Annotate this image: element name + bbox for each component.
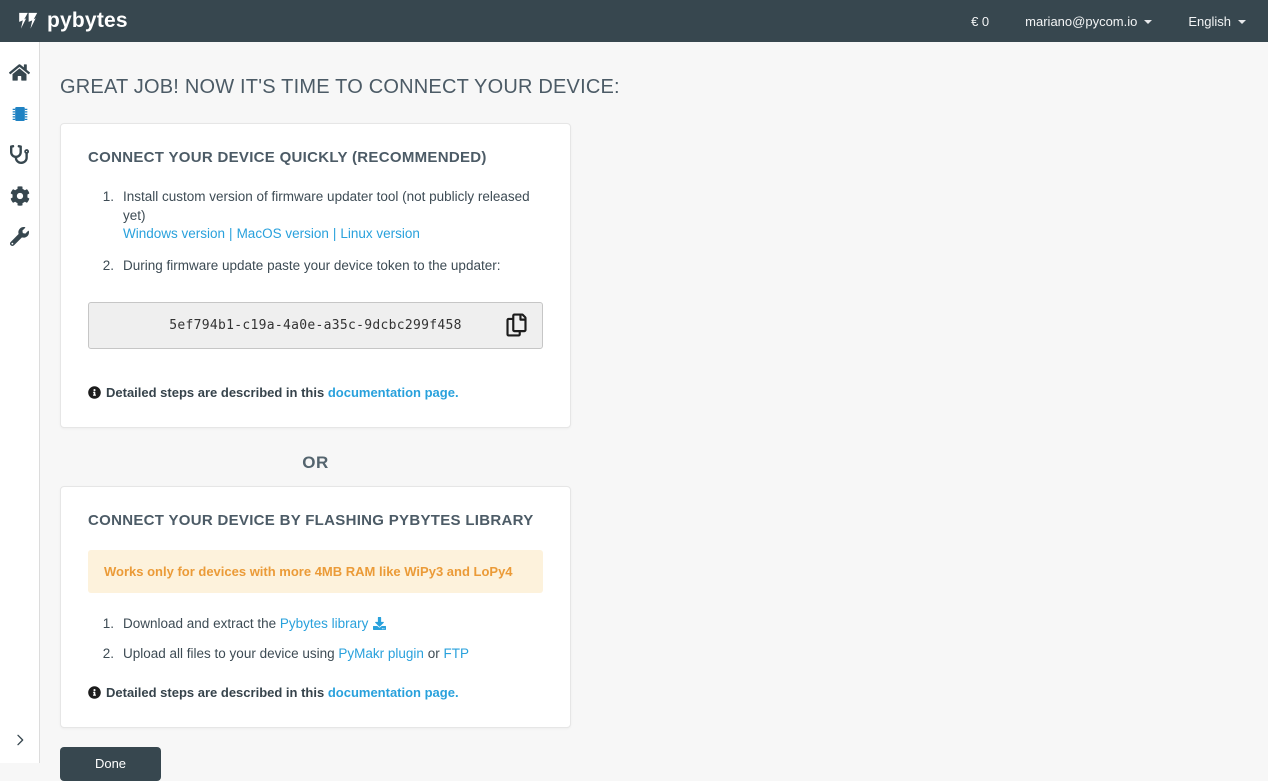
- pybytes-brand[interactable]: pybytes: [18, 9, 128, 33]
- page-title: GREAT JOB! NOW IT'S TIME TO CONNECT YOUR…: [60, 76, 1268, 99]
- top-navbar: pybytes € 0 mariano@pycom.io English: [0, 0, 1268, 42]
- main-content: GREAT JOB! NOW IT'S TIME TO CONNECT YOUR…: [40, 42, 1268, 763]
- link-separator: |: [229, 226, 233, 241]
- balance-label[interactable]: € 0: [971, 14, 989, 29]
- stethoscope-icon: [10, 145, 29, 164]
- or-divider: OR: [60, 453, 571, 473]
- home-icon: [9, 63, 30, 82]
- pybytes-library-link[interactable]: Pybytes library: [280, 616, 369, 631]
- language-menu[interactable]: English: [1188, 14, 1246, 29]
- library-step-1: 1. Download and extract the Pybytes libr…: [88, 615, 543, 636]
- download-icon: [373, 618, 386, 633]
- library-card-title: CONNECT YOUR DEVICE BY FLASHING PYBYTES …: [88, 512, 543, 529]
- quick-step-2: 2. During firmware update paste your dev…: [88, 257, 543, 276]
- done-button[interactable]: Done: [60, 747, 161, 781]
- info-icon: [88, 386, 101, 399]
- chip-icon: [10, 104, 30, 124]
- windows-version-link[interactable]: Windows version: [123, 226, 225, 241]
- device-token-box: 5ef794b1-c19a-4a0e-a35c-9dcbc299f458: [88, 302, 543, 349]
- library-card-note: Detailed steps are described in this doc…: [88, 685, 543, 700]
- ram-warning-banner: Works only for devices with more 4MB RAM…: [88, 550, 543, 593]
- step-number: 2.: [88, 257, 114, 276]
- sidebar-expand-button[interactable]: [0, 725, 40, 755]
- quick-connect-card: CONNECT YOUR DEVICE QUICKLY (RECOMMENDED…: [60, 123, 571, 428]
- sidebar-item-devices[interactable]: [0, 93, 40, 134]
- sidebar-item-diagnostics[interactable]: [0, 134, 40, 175]
- sidebar-item-settings[interactable]: [0, 175, 40, 216]
- quick-step-1-text: Install custom version of firmware updat…: [123, 189, 530, 223]
- macos-version-link[interactable]: MacOS version: [237, 226, 329, 241]
- note-text: Detailed steps are described in this: [106, 385, 324, 400]
- quick-card-note: Detailed steps are described in this doc…: [88, 385, 543, 400]
- documentation-link[interactable]: documentation page.: [328, 385, 459, 400]
- info-icon: [88, 686, 101, 699]
- conjunction-text: or: [428, 646, 440, 661]
- gear-icon: [10, 186, 30, 206]
- ftp-link[interactable]: FTP: [443, 646, 469, 661]
- wrench-icon: [10, 227, 29, 246]
- user-email: mariano@pycom.io: [1025, 14, 1137, 29]
- note-text: Detailed steps are described in this: [106, 685, 324, 700]
- caret-down-icon: [1238, 20, 1246, 24]
- library-step-2-text: Upload all files to your device using: [123, 646, 335, 661]
- left-sidebar: [0, 42, 40, 763]
- user-menu[interactable]: mariano@pycom.io: [1025, 14, 1152, 29]
- linux-version-link[interactable]: Linux version: [340, 226, 420, 241]
- copy-icon: [506, 325, 527, 340]
- pybytes-logo-icon: [18, 12, 42, 30]
- pymakr-plugin-link[interactable]: PyMakr plugin: [338, 646, 424, 661]
- device-token-value: 5ef794b1-c19a-4a0e-a35c-9dcbc299f458: [169, 318, 462, 333]
- step-number: 1.: [88, 188, 114, 244]
- sidebar-item-home[interactable]: [0, 52, 40, 93]
- step-number: 1.: [88, 615, 114, 636]
- quick-step-2-text: During firmware update paste your device…: [123, 257, 500, 276]
- quick-card-title: CONNECT YOUR DEVICE QUICKLY (RECOMMENDED…: [88, 149, 543, 166]
- quick-step-1: 1. Install custom version of firmware up…: [88, 188, 543, 244]
- chevron-right-icon: [12, 732, 28, 748]
- library-step-2: 2. Upload all files to your device using…: [88, 645, 543, 664]
- library-step-1-text: Download and extract the: [123, 616, 276, 631]
- language-label: English: [1188, 14, 1231, 29]
- brand-name: pybytes: [47, 9, 128, 33]
- copy-token-button[interactable]: [504, 312, 529, 339]
- library-connect-card: CONNECT YOUR DEVICE BY FLASHING PYBYTES …: [60, 486, 571, 728]
- caret-down-icon: [1144, 20, 1152, 24]
- documentation-link[interactable]: documentation page.: [328, 685, 459, 700]
- sidebar-item-tools[interactable]: [0, 216, 40, 257]
- link-separator: |: [333, 226, 337, 241]
- step-number: 2.: [88, 645, 114, 664]
